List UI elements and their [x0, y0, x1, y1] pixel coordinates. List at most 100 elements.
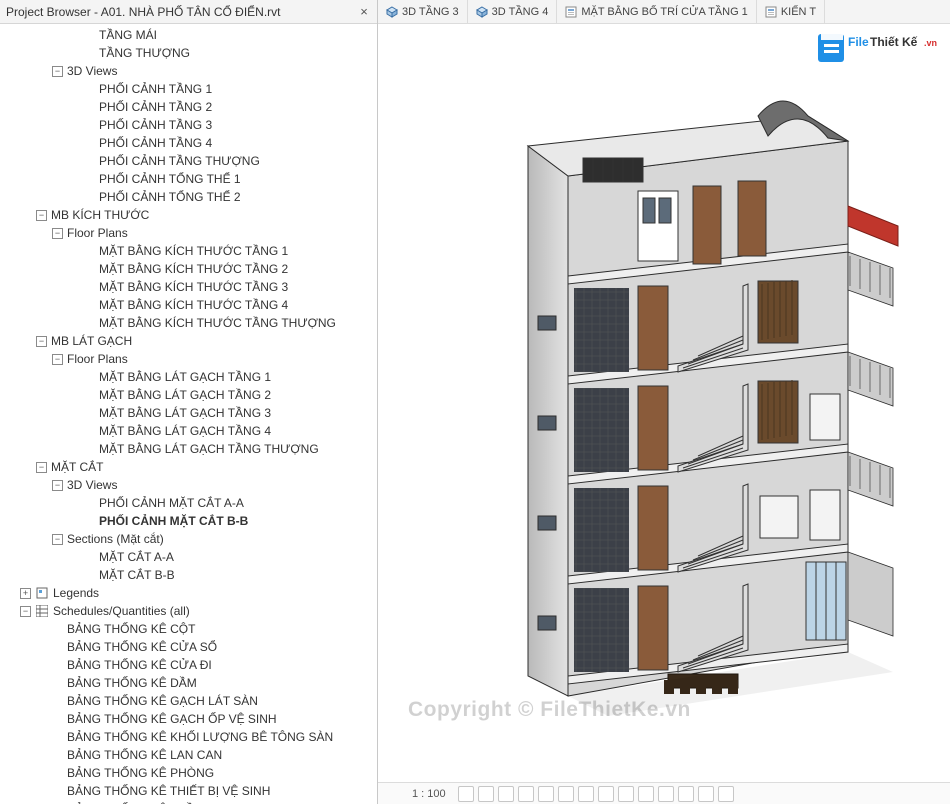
tree-item-label: MB KÍCH THƯỚC	[51, 206, 149, 224]
tree-item[interactable]: BẢNG THỐNG KÊ DẦM	[4, 674, 377, 692]
tree-group[interactable]: −Floor Plans	[4, 224, 377, 242]
tree-item[interactable]: MẶT BẰNG LÁT GẠCH TẦNG 2	[4, 386, 377, 404]
statusbar-tool-icon[interactable]	[458, 786, 474, 802]
sheet-icon	[565, 6, 577, 18]
tree-item-label: PHỐI CẢNH TẦNG 2	[99, 98, 212, 116]
tree-item-label: Floor Plans	[67, 350, 128, 368]
tree-item[interactable]: PHỐI CẢNH TỔNG THỂ 1	[4, 170, 377, 188]
model-viewport[interactable]: File Thiết Kế .vn	[378, 24, 950, 782]
tree-item[interactable]: BẢNG THỐNG KÊ THIẾT BỊ VỆ SINH	[4, 782, 377, 800]
tree-item-label: BẢNG THỐNG KÊ TRẦN	[67, 800, 203, 804]
tree-item[interactable]: MẶT BẰNG KÍCH THƯỚC TẦNG 1	[4, 242, 377, 260]
tree-group[interactable]: −Schedules/Quantities (all)	[4, 602, 377, 620]
tree-item[interactable]: TẦNG THƯỢNG	[4, 44, 377, 62]
tree-item-label: MẶT BẰNG LÁT GẠCH TẦNG THƯỢNG	[99, 440, 319, 458]
tree-item[interactable]: BẢNG THỐNG KÊ CỬA ĐI	[4, 656, 377, 674]
tree-item-label: MẶT BẰNG LÁT GẠCH TẦNG 3	[99, 404, 271, 422]
tree-item-label: PHỐI CẢNH TẦNG 1	[99, 80, 212, 98]
tree-item[interactable]: PHỐI CẢNH TẦNG 3	[4, 116, 377, 134]
expand-toggle-icon[interactable]: −	[36, 462, 47, 473]
statusbar-tool-icon[interactable]	[718, 786, 734, 802]
tree-item[interactable]: PHỐI CẢNH TẦNG 1	[4, 80, 377, 98]
tree-item[interactable]: MẶT BẰNG LÁT GẠCH TẦNG 4	[4, 422, 377, 440]
expand-toggle-icon[interactable]: −	[52, 354, 63, 365]
statusbar-tool-icon[interactable]	[678, 786, 694, 802]
tree-item[interactable]: MẶT BẰNG LÁT GẠCH TẦNG 1	[4, 368, 377, 386]
view-scale[interactable]: 1 : 100	[412, 788, 446, 800]
tree-item[interactable]: MẶT CẮT B-B	[4, 566, 377, 584]
tree-item-label: BẢNG THỐNG KÊ KHỐI LƯỢNG BÊ TÔNG SÀN	[67, 728, 333, 746]
statusbar-tool-icon[interactable]	[518, 786, 534, 802]
close-icon[interactable]: ×	[357, 5, 371, 19]
tree-item[interactable]: BẢNG THỐNG KÊ KHỐI LƯỢNG BÊ TÔNG SÀN	[4, 728, 377, 746]
expand-toggle-icon[interactable]: −	[52, 534, 63, 545]
tree-item[interactable]: BẢNG THỐNG KÊ TRẦN	[4, 800, 377, 804]
project-browser-title: Project Browser - A01. NHÀ PHỐ TÂN CỔ ĐI…	[6, 5, 357, 19]
tree-item[interactable]: MẶT BẰNG KÍCH THƯỚC TẦNG 3	[4, 278, 377, 296]
cube-3d-icon	[386, 6, 398, 18]
statusbar-tool-icon[interactable]	[638, 786, 654, 802]
tree-item[interactable]: PHỐI CẢNH TẦNG 2	[4, 98, 377, 116]
tree-item[interactable]: PHỐI CẢNH TẦNG THƯỢNG	[4, 152, 377, 170]
tree-group[interactable]: +Legends	[4, 584, 377, 602]
tree-item[interactable]: PHỐI CẢNH MẶT CẮT A-A	[4, 494, 377, 512]
tree-group[interactable]: −Sections (Mặt cắt)	[4, 530, 377, 548]
tree-item-label: PHỐI CẢNH MẶT CẮT B-B	[99, 512, 248, 530]
expand-toggle-icon[interactable]: −	[52, 228, 63, 239]
statusbar-tool-icon[interactable]	[598, 786, 614, 802]
expand-toggle-icon[interactable]: −	[52, 66, 63, 77]
tree-item[interactable]: BẢNG THỐNG KÊ LAN CAN	[4, 746, 377, 764]
tree-item[interactable]: BẢNG THỐNG KÊ GẠCH LÁT SÀN	[4, 692, 377, 710]
tree-item[interactable]: PHỐI CẢNH TẦNG 4	[4, 134, 377, 152]
watermark-logo: File Thiết Kế .vn	[818, 32, 946, 69]
legend-icon	[35, 586, 49, 600]
tree-item-label: BẢNG THỐNG KÊ CỘT	[67, 620, 195, 638]
tree-item[interactable]: BẢNG THỐNG KÊ CỘT	[4, 620, 377, 638]
statusbar-tool-icon[interactable]	[478, 786, 494, 802]
expand-toggle-icon[interactable]: −	[36, 336, 47, 347]
statusbar-tool-icon[interactable]	[578, 786, 594, 802]
tree-group[interactable]: −Floor Plans	[4, 350, 377, 368]
tree-item[interactable]: BẢNG THỐNG KÊ PHÒNG	[4, 764, 377, 782]
tree-item[interactable]: MẶT BẰNG LÁT GẠCH TẦNG THƯỢNG	[4, 440, 377, 458]
tree-item[interactable]: PHỐI CẢNH MẶT CẮT B-B	[4, 512, 377, 530]
tree-item[interactable]: MẶT BẰNG KÍCH THƯỚC TẦNG THƯỢNG	[4, 314, 377, 332]
view-tab[interactable]: MẶT BẰNG BỐ TRÍ CỬA TẦNG 1	[557, 0, 757, 23]
view-tab[interactable]: KIẾN T	[757, 0, 825, 23]
tree-item[interactable]: MẶT BẰNG KÍCH THƯỚC TẦNG 4	[4, 296, 377, 314]
tree-item[interactable]: BẢNG THỐNG KÊ GẠCH ỐP VỆ SINH	[4, 710, 377, 728]
tree-item-label: MẶT CẮT	[51, 458, 103, 476]
view-tab[interactable]: 3D TẦNG 3	[378, 0, 468, 23]
project-browser-tree[interactable]: TẦNG MÁITẦNG THƯỢNG−3D ViewsPHỐI CẢNH TẦ…	[0, 24, 377, 804]
view-tab-label: MẶT BẰNG BỐ TRÍ CỬA TẦNG 1	[581, 6, 748, 18]
statusbar-tool-icon[interactable]	[498, 786, 514, 802]
statusbar-tool-icon[interactable]	[538, 786, 554, 802]
tree-group[interactable]: −MB LÁT GẠCH	[4, 332, 377, 350]
statusbar-tool-icon[interactable]	[698, 786, 714, 802]
expand-toggle-icon[interactable]: −	[36, 210, 47, 221]
tree-group[interactable]: −3D Views	[4, 62, 377, 80]
tree-item[interactable]: TẦNG MÁI	[4, 26, 377, 44]
tree-item-label: MB LÁT GẠCH	[51, 332, 132, 350]
expand-toggle-icon[interactable]: −	[20, 606, 31, 617]
tree-group[interactable]: −MẶT CẮT	[4, 458, 377, 476]
tree-item-label: 3D Views	[67, 62, 117, 80]
statusbar-tool-icon[interactable]	[618, 786, 634, 802]
tree-item-label: BẢNG THỐNG KÊ GẠCH LÁT SÀN	[67, 692, 258, 710]
tree-item-label: PHỐI CẢNH TẦNG 4	[99, 134, 212, 152]
view-tab[interactable]: 3D TẦNG 4	[468, 0, 558, 23]
tree-item[interactable]: PHỐI CẢNH TỔNG THỂ 2	[4, 188, 377, 206]
tree-item-label: BẢNG THỐNG KÊ THIẾT BỊ VỆ SINH	[67, 782, 270, 800]
tree-item[interactable]: MẶT CẮT A-A	[4, 548, 377, 566]
svg-text:Thiết Kế: Thiết Kế	[870, 35, 918, 49]
expand-toggle-icon[interactable]: +	[20, 588, 31, 599]
tree-group[interactable]: −MB KÍCH THƯỚC	[4, 206, 377, 224]
expand-toggle-icon[interactable]: −	[52, 480, 63, 491]
tree-item[interactable]: BẢNG THỐNG KÊ CỬA SỔ	[4, 638, 377, 656]
statusbar-tool-icon[interactable]	[658, 786, 674, 802]
tree-item-label: BẢNG THỐNG KÊ PHÒNG	[67, 764, 214, 782]
tree-group[interactable]: −3D Views	[4, 476, 377, 494]
tree-item[interactable]: MẶT BẰNG LÁT GẠCH TẦNG 3	[4, 404, 377, 422]
tree-item[interactable]: MẶT BẰNG KÍCH THƯỚC TẦNG 2	[4, 260, 377, 278]
statusbar-tool-icon[interactable]	[558, 786, 574, 802]
